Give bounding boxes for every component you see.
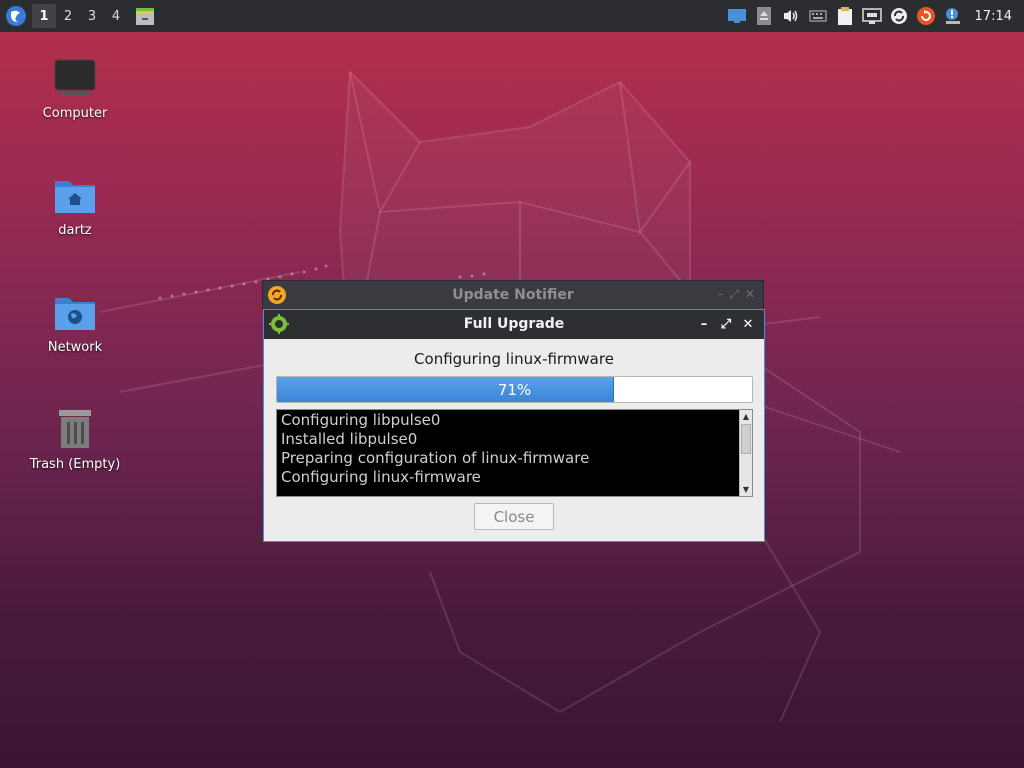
- volume-tray-button[interactable]: [778, 0, 805, 32]
- window-title: Update Notifier: [452, 287, 574, 303]
- close-icon[interactable]: ✕: [738, 314, 758, 334]
- keyboard-icon: [809, 10, 827, 22]
- wired-network-icon: [862, 8, 882, 24]
- network-folder-icon: [55, 298, 95, 330]
- workspace-4[interactable]: 4: [104, 4, 128, 28]
- xubuntu-logo-icon: [6, 6, 26, 26]
- update-notifier-window[interactable]: Update Notifier – ⤢ ✕: [262, 280, 764, 310]
- maximize-icon[interactable]: ⤢: [716, 314, 736, 334]
- scroll-down-icon[interactable]: ▼: [740, 483, 752, 496]
- sync-tray-button[interactable]: [886, 0, 913, 32]
- desktop-icon-label: Computer: [42, 106, 108, 121]
- info-alert-icon: [946, 8, 961, 24]
- maximize-icon[interactable]: ⤢: [729, 287, 739, 302]
- file-manager-icon: [136, 8, 154, 25]
- upgrade-log-view[interactable]: Configuring libpulse0 Installed libpulse…: [276, 409, 753, 497]
- speaker-icon: [784, 10, 798, 22]
- computer-icon: [54, 59, 96, 95]
- clipboard-icon: [838, 7, 853, 25]
- eject-tray-button[interactable]: [751, 0, 778, 32]
- update-available-icon: [917, 7, 936, 25]
- minimize-icon[interactable]: –: [717, 287, 723, 302]
- desktop-icon-network[interactable]: Network: [25, 288, 125, 355]
- log-scrollbar[interactable]: ▲ ▼: [739, 410, 752, 496]
- log-line: Installed libpulse0: [281, 430, 418, 448]
- workspace-3[interactable]: 3: [80, 4, 104, 28]
- network-tray-button[interactable]: [859, 0, 886, 32]
- whisker-menu-button[interactable]: [0, 0, 32, 32]
- panel-clock[interactable]: 17:14: [967, 9, 1024, 24]
- sync-icon: [891, 8, 908, 24]
- log-line: Configuring libpulse0: [281, 411, 441, 429]
- workspace-1[interactable]: 1: [32, 4, 56, 28]
- progress-label: 71%: [497, 381, 532, 399]
- scroll-thumb[interactable]: [741, 424, 751, 454]
- desktop-icon-label: Network: [47, 340, 103, 355]
- desktop-icon-trash[interactable]: Trash (Empty): [25, 405, 125, 472]
- desktop-icon-label: Trash (Empty): [29, 457, 121, 472]
- display-icon: [728, 9, 747, 23]
- updates-tray-button[interactable]: [913, 0, 940, 32]
- close-icon[interactable]: ✕: [745, 287, 755, 302]
- screen-tray-button[interactable]: [724, 0, 751, 32]
- keyboard-tray-button[interactable]: [805, 0, 832, 32]
- notification-tray-button[interactable]: [940, 0, 967, 32]
- dialog-title: Full Upgrade: [463, 316, 565, 332]
- workspace-2[interactable]: 2: [56, 4, 80, 28]
- system-tray: 17:14: [724, 0, 1024, 32]
- top-panel: 1 2 3 4 17:14: [0, 0, 1024, 32]
- close-button[interactable]: Close: [474, 503, 554, 530]
- desktop-icon-computer[interactable]: Computer: [25, 54, 125, 121]
- scroll-up-icon[interactable]: ▲: [740, 410, 752, 423]
- clipboard-tray-button[interactable]: [832, 0, 859, 32]
- trash-icon: [59, 410, 91, 448]
- upgrade-status-text: Configuring linux-firmware: [414, 350, 614, 368]
- taskbar-files-button[interactable]: [134, 5, 156, 27]
- desktop-icon-label: dartz: [58, 223, 92, 238]
- log-line: Configuring linux-firmware: [281, 468, 481, 486]
- home-folder-icon: [55, 181, 95, 213]
- removable-drive-icon: [757, 7, 772, 25]
- minimize-icon[interactable]: –: [694, 314, 714, 334]
- dialog-titlebar[interactable]: Full Upgrade – ⤢ ✕: [264, 310, 764, 339]
- full-upgrade-dialog[interactable]: Full Upgrade – ⤢ ✕ Configuring linux-fir…: [263, 309, 765, 542]
- upgrade-progress-bar: 71%: [276, 376, 753, 403]
- desktop-icon-home[interactable]: dartz: [25, 171, 125, 238]
- log-line: Preparing configuration of linux-firmwar…: [281, 449, 590, 467]
